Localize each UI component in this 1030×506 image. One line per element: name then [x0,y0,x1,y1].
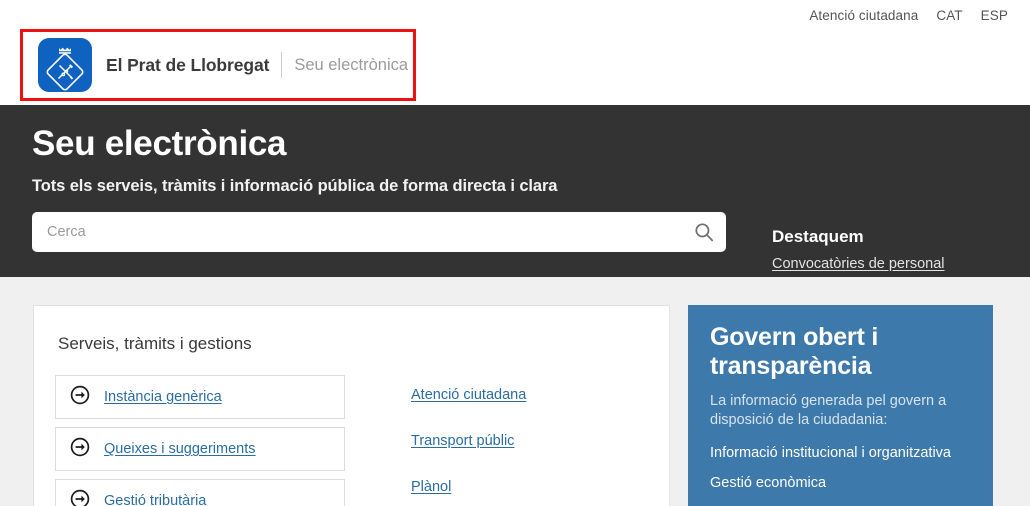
utility-link-cat[interactable]: CAT [936,8,962,23]
search-bar [32,211,726,252]
featured-link-convocatories[interactable]: Convocatòries de personal [772,256,1012,272]
page-title: Seu electrònica [32,124,287,163]
service-button-label: Gestió tributària [104,493,207,506]
coat-of-arms-icon[interactable] [38,38,92,92]
services-heading: Serveis, tràmits i gestions [58,334,252,353]
quick-links-column: Atenció ciutadana Transport públic Plàno… [411,375,526,506]
search-input[interactable] [32,211,726,252]
gov-panel-description: La informació generada pel govern a disp… [710,392,947,429]
quick-link-transport-public[interactable]: Transport públic [411,433,526,449]
hero-banner: Seu electrònica Tots els serveis, tràmit… [0,105,1030,347]
hero-left-column: Seu electrònica Tots els serveis, tràmit… [32,124,732,252]
arrow-circle-right-icon [70,437,90,462]
quick-link-atencio-ciutadana[interactable]: Atenció ciutadana [411,387,526,403]
utility-link-esp[interactable]: ESP [981,8,1008,23]
gov-panel-title: Govern obert i transparència [710,323,879,381]
brand-header-highlighted[interactable]: El Prat de Llobregat Seu electrònica [20,29,416,101]
utility-link-atencio-ciutadana[interactable]: Atenció ciutadana [809,8,918,23]
service-button-instancia-generica[interactable]: Instància genèrica [55,375,345,419]
main-content: Serveis, tràmits i gestions Instància ge… [0,277,1030,506]
service-button-queixes-i-suggeriments[interactable]: Queixes i suggeriments [55,427,345,471]
gov-transparency-panel: Govern obert i transparència La informac… [688,305,993,506]
search-button[interactable] [688,217,720,247]
service-button-gestio-tributaria[interactable]: Gestió tributària [55,479,345,506]
gov-panel-link-informacio-institucional[interactable]: Informació institucional i organitzativa [710,445,971,461]
service-button-label: Queixes i suggeriments [104,441,256,457]
gov-panel-link-gestio-economica[interactable]: Gestió econòmica [710,475,971,491]
hero-subtitle: Tots els serveis, tràmits i informació p… [32,176,558,195]
featured-title: Destaquem [772,227,864,246]
services-grid: Instància genèrica Queixes i suggeriment… [34,375,669,506]
page-root: Atenció ciutadana CAT ESP El Prat de Llo… [0,0,1030,506]
brand-title: El Prat de Llobregat [106,54,270,75]
quick-link-planol[interactable]: Plànol [411,479,526,495]
utility-bar: Atenció ciutadana CAT ESP [0,0,1030,30]
brand-subtitle: Seu electrònica [294,55,409,74]
service-button-label: Instància genèrica [104,389,222,405]
arrow-circle-right-icon [70,489,90,506]
arrow-circle-right-icon [70,385,90,410]
services-button-column: Instància genèrica Queixes i suggeriment… [55,375,367,506]
brand-divider [281,52,283,78]
services-card: Serveis, tràmits i gestions Instància ge… [33,305,670,506]
